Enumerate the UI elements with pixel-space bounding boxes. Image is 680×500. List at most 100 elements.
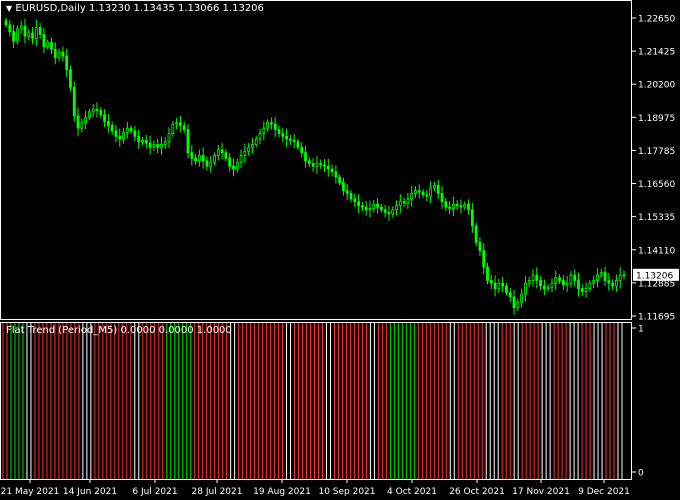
candle — [482, 243, 486, 275]
price-tick-label: 1.18975 — [638, 114, 675, 124]
candle — [455, 199, 459, 211]
candle-body — [542, 285, 546, 290]
candle-body — [224, 152, 228, 159]
chart-menu-triangle-icon[interactable]: ▼ — [6, 4, 12, 13]
price-tick-label: 1.16560 — [638, 180, 675, 190]
date-tick-label: 14 Jun 2021 — [63, 487, 117, 497]
candle-body — [459, 205, 463, 208]
candle-body — [163, 141, 167, 145]
candle-body — [622, 274, 626, 277]
candle — [304, 145, 307, 168]
candle-body — [323, 164, 326, 167]
candle-body — [493, 282, 497, 290]
candle-body — [50, 42, 53, 50]
candle — [603, 266, 607, 286]
candle — [573, 269, 577, 287]
candle-body — [398, 201, 402, 207]
candle — [520, 288, 524, 308]
candle — [615, 274, 618, 292]
candle-body — [88, 111, 91, 118]
candle — [611, 279, 615, 290]
candle — [345, 183, 349, 201]
candle — [23, 18, 27, 44]
candle — [228, 152, 232, 172]
candle — [368, 200, 372, 218]
candle-body — [122, 131, 125, 140]
candle-body — [372, 203, 376, 209]
candle-body — [129, 127, 133, 132]
candle — [8, 19, 12, 37]
candle-body — [232, 165, 235, 170]
candle — [618, 267, 622, 289]
price-tick-label: 1.17785 — [638, 147, 675, 157]
candle — [65, 48, 69, 78]
candle — [251, 138, 254, 154]
candle-body — [15, 28, 19, 42]
candle-body — [220, 149, 224, 154]
candle — [269, 117, 273, 130]
candle — [577, 272, 580, 297]
candle — [110, 121, 114, 135]
candle-body — [254, 138, 258, 145]
candle — [531, 269, 535, 287]
candle — [281, 127, 285, 143]
candle-body — [95, 108, 99, 111]
candle — [201, 147, 205, 169]
candle-body — [69, 69, 72, 88]
candle-body — [315, 163, 319, 167]
flat-trend-histogram[interactable] — [0, 322, 632, 480]
candle — [125, 121, 129, 139]
candle-body — [330, 168, 334, 173]
candle-body — [23, 25, 27, 37]
candle — [414, 186, 417, 198]
candle — [448, 201, 451, 215]
candle-body — [376, 203, 379, 208]
candle-body — [539, 280, 542, 287]
price-tick-label: 1.22650 — [638, 15, 675, 25]
indicator-pane[interactable] — [0, 322, 632, 480]
candle-body — [561, 280, 565, 285]
time-axis[interactable]: 21 May 2021 14 Jun 2021 6 Jul 2021 28 Jul 2… — [0, 480, 680, 500]
candle-body — [512, 296, 516, 309]
candle-body — [190, 152, 194, 159]
candle-body — [8, 24, 12, 33]
candle-body — [80, 122, 84, 129]
candle-body — [478, 242, 482, 251]
candle — [315, 156, 319, 174]
candle-body — [247, 146, 251, 152]
candle-body — [573, 274, 577, 281]
candle-body — [618, 274, 622, 281]
price-chart[interactable] — [0, 0, 632, 320]
date-tick-label: 10 Sep 2021 — [318, 487, 375, 497]
candle-body — [19, 25, 23, 30]
candle — [179, 115, 182, 133]
candle — [307, 157, 311, 167]
candle — [436, 179, 440, 199]
candle — [542, 279, 546, 296]
price-axis[interactable]: 1.22650 1.21425 1.20200 1.18975 1.17785 1.165… — [632, 0, 680, 480]
candle-body — [114, 130, 118, 137]
candle-body — [99, 110, 103, 115]
candle-body — [584, 288, 588, 292]
candle — [296, 138, 300, 151]
candle — [300, 142, 304, 158]
candle-body — [42, 33, 46, 47]
candle — [592, 275, 596, 289]
candle — [372, 199, 376, 213]
candle — [292, 134, 296, 149]
candle-body — [379, 206, 383, 211]
candle — [561, 275, 565, 290]
candle — [118, 128, 122, 147]
candle-body — [141, 140, 144, 143]
candle-body — [588, 282, 592, 290]
price-tick-label: 1.21425 — [638, 48, 675, 58]
candle — [379, 204, 383, 213]
candle — [580, 284, 584, 296]
candle — [213, 152, 216, 166]
price-chart-pane[interactable] — [0, 0, 632, 320]
candle — [463, 201, 467, 210]
candle — [342, 177, 345, 196]
candle — [141, 136, 144, 146]
candle-body — [57, 51, 61, 58]
candle — [489, 274, 493, 290]
